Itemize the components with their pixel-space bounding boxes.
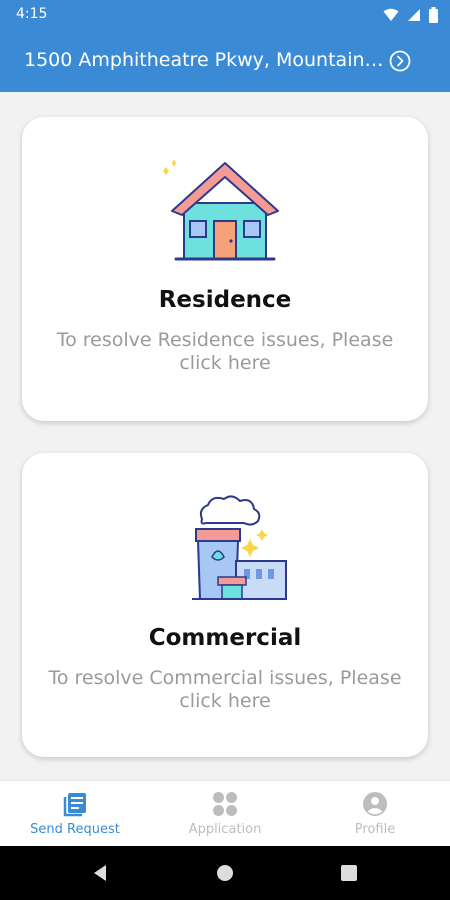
nav-item-application[interactable]: Application (150, 781, 300, 847)
nav-label-profile: Profile (354, 822, 396, 837)
residence-card[interactable]: Residence To resolve Residence issues, P… (22, 117, 428, 421)
factory-icon (192, 495, 287, 600)
nav-label-send-request: Send Request (30, 822, 120, 837)
home-icon[interactable] (215, 863, 235, 883)
back-icon[interactable] (90, 863, 110, 883)
battery-icon (429, 7, 438, 23)
app-bar: 1500 Amphitheatre Pkwy, Mountain View (0, 32, 450, 92)
house-icon (163, 159, 279, 261)
residence-description: To resolve Residence issues, Please clic… (56, 329, 394, 374)
commercial-description: To resolve Commercial issues, Please cli… (48, 667, 402, 712)
cell-signal-icon (408, 9, 420, 21)
send-request-icon (63, 793, 86, 817)
nav-label-application: Application (188, 822, 262, 837)
wifi-icon (383, 8, 399, 21)
commercial-card[interactable]: Commercial To resolve Commercial issues,… (22, 453, 428, 757)
status-bar: 4:15 (0, 0, 450, 32)
address-title[interactable]: 1500 Amphitheatre Pkwy, Mountain View (24, 49, 384, 71)
nav-item-send-request[interactable]: Send Request (0, 781, 150, 847)
residence-title: Residence (158, 287, 292, 313)
commercial-title: Commercial (148, 625, 302, 651)
application-grid-icon (213, 792, 237, 816)
status-time: 4:15 (16, 6, 48, 22)
bottom-nav: Send Request Application Profile (0, 780, 450, 846)
status-icons (383, 7, 438, 23)
profile-icon (363, 792, 387, 816)
system-nav-bar (0, 846, 450, 900)
chevron-right-circle-icon[interactable] (388, 49, 412, 73)
nav-item-profile[interactable]: Profile (300, 781, 450, 847)
recents-icon[interactable] (339, 863, 359, 883)
